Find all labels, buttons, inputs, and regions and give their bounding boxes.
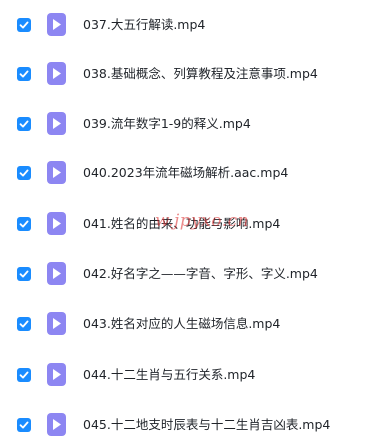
video-file-icon [47, 262, 66, 285]
checkbox-checked-icon[interactable] [17, 217, 31, 231]
file-name[interactable]: 037.大五行解读.mp4 [83, 6, 205, 44]
video-file-icon [47, 161, 66, 184]
checkbox-checked-icon[interactable] [17, 166, 31, 180]
file-list: 037.大五行解读.mp4 038.基础概念、列算教程及注意事项.mp4 039… [0, 0, 375, 447]
video-file-icon [47, 363, 66, 386]
video-file-icon [47, 212, 66, 235]
checkbox-checked-icon[interactable] [17, 418, 31, 432]
file-name[interactable]: 045.十二地支时辰表与十二生肖吉凶表.mp4 [83, 406, 330, 444]
file-row[interactable]: 042.好名字之——字音、字形、字义.mp4 [0, 255, 375, 293]
file-row[interactable]: 044.十二生肖与五行关系.mp4 [0, 356, 375, 394]
video-file-icon [47, 312, 66, 335]
checkbox-checked-icon[interactable] [17, 368, 31, 382]
file-row[interactable]: 041.姓名的由来、功能与影响.mp4 [0, 205, 375, 243]
video-file-icon [47, 413, 66, 436]
video-file-icon [47, 62, 66, 85]
file-name[interactable]: 041.姓名的由来、功能与影响.mp4 [83, 205, 280, 243]
file-row[interactable]: 043.姓名对应的人生磁场信息.mp4 [0, 305, 375, 343]
checkbox-checked-icon[interactable] [17, 317, 31, 331]
file-name[interactable]: 042.好名字之——字音、字形、字义.mp4 [83, 255, 318, 293]
video-file-icon [47, 112, 66, 135]
checkbox-checked-icon[interactable] [17, 67, 31, 81]
file-row[interactable]: 039.流年数字1-9的释义.mp4 [0, 105, 375, 143]
file-row[interactable]: 040.2023年流年磁场解析.aac.mp4 [0, 154, 375, 192]
checkbox-checked-icon[interactable] [17, 117, 31, 131]
file-name[interactable]: 043.姓名对应的人生磁场信息.mp4 [83, 305, 280, 343]
file-row[interactable]: 045.十二地支时辰表与十二生肖吉凶表.mp4 [0, 406, 375, 444]
checkbox-checked-icon[interactable] [17, 18, 31, 32]
file-row[interactable]: 038.基础概念、列算教程及注意事项.mp4 [0, 55, 375, 93]
file-name[interactable]: 040.2023年流年磁场解析.aac.mp4 [83, 154, 288, 192]
file-name[interactable]: 038.基础概念、列算教程及注意事项.mp4 [83, 55, 318, 93]
file-row[interactable]: 037.大五行解读.mp4 [0, 6, 375, 44]
file-name[interactable]: 044.十二生肖与五行关系.mp4 [83, 356, 255, 394]
file-name[interactable]: 039.流年数字1-9的释义.mp4 [83, 105, 251, 143]
checkbox-checked-icon[interactable] [17, 267, 31, 281]
video-file-icon [47, 13, 66, 36]
